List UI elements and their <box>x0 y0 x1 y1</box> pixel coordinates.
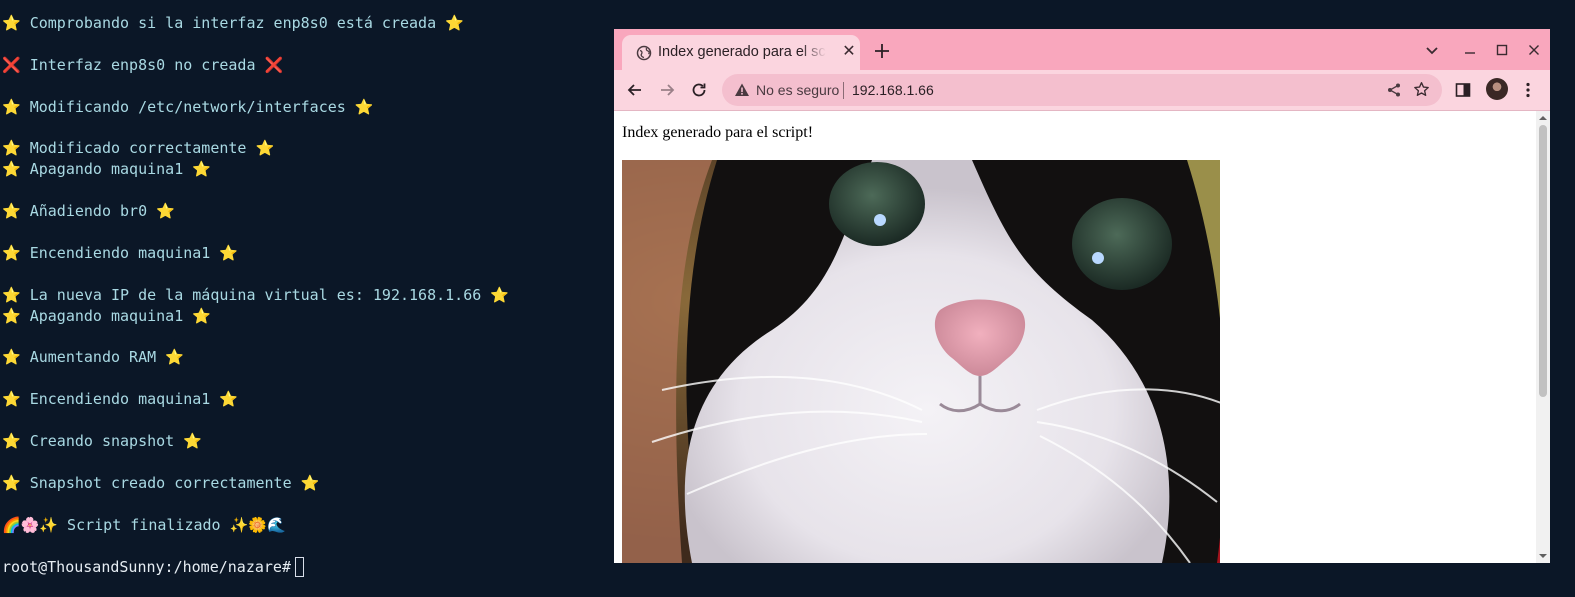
terminal-line: ⭐ Modificando /etc/network/interfaces ⭐ <box>2 97 374 118</box>
terminal-prompt-line[interactable]: root@ThousandSunny:/home/nazare# <box>2 557 304 578</box>
terminal-line: ⭐ Encendiendo maquina1 ⭐ <box>2 389 238 410</box>
terminal-line-text: Encendiendo maquina1 <box>20 390 220 408</box>
page-heading-text: Index generado para el script! <box>622 124 814 141</box>
menu-kebab-icon[interactable] <box>1519 81 1537 99</box>
tab-close-icon[interactable]: ✕ <box>840 43 858 61</box>
new-tab-plus-icon[interactable] <box>872 41 892 61</box>
star-icon: ⭐ <box>2 307 21 325</box>
terminal-line-text: Apagando maquina1 <box>20 307 193 325</box>
page-content: Index generado para el script! <box>614 111 1536 563</box>
terminal-line-text: Aumentando RAM <box>20 348 166 366</box>
close-window-icon[interactable] <box>1525 41 1543 59</box>
scroll-up-arrow-icon[interactable] <box>1539 114 1547 122</box>
url-text[interactable]: 192.168.1.66 <box>852 82 934 98</box>
terminal-line: ⭐ Creando snapshot ⭐ <box>2 431 202 452</box>
star-icon: ⭐ <box>445 14 464 32</box>
sparkles-flower-wave-icon: ✨🌼🌊 <box>229 516 286 534</box>
terminal-window[interactable]: ⭐ Comprobando si la interfaz enp8s0 está… <box>0 0 612 597</box>
terminal-line: ❌ Interfaz enp8s0 no creada ❌ <box>2 55 283 76</box>
terminal-line-text: Script finalizado <box>58 516 230 534</box>
tab-search-chevron-down-icon[interactable] <box>1423 41 1441 59</box>
maximize-icon[interactable] <box>1493 41 1511 59</box>
star-icon: ⭐ <box>192 160 211 178</box>
browser-toolbar: No es seguro 192.168.1.66 <box>614 70 1550 111</box>
terminal-line: ⭐ Apagando maquina1 ⭐ <box>2 306 211 327</box>
star-icon: ⭐ <box>2 202 21 220</box>
warning-triangle-icon[interactable] <box>734 82 750 98</box>
star-icon: ⭐ <box>2 139 21 157</box>
address-bar[interactable]: No es seguro 192.168.1.66 <box>722 74 1442 106</box>
star-icon: ⭐ <box>354 98 374 116</box>
bookmark-star-icon[interactable] <box>1413 81 1430 98</box>
terminal-line-text: Modificando /etc/network/interfaces <box>20 98 355 116</box>
share-icon[interactable] <box>1386 82 1402 98</box>
terminal-line-text: Creando snapshot <box>20 432 184 450</box>
star-icon: ⭐ <box>219 390 239 408</box>
star-icon: ⭐ <box>2 286 21 304</box>
terminal-line: ⭐ Aumentando RAM ⭐ <box>2 347 184 368</box>
star-icon: ⭐ <box>2 348 21 366</box>
star-icon: ⭐ <box>219 244 239 262</box>
star-icon: ⭐ <box>490 286 509 304</box>
terminal-line-text: Modificado correctamente <box>20 139 256 157</box>
terminal-line: 🌈🌸✨ Script finalizado ✨🌼🌊 <box>2 515 286 536</box>
terminal-line: ⭐ Apagando maquina1 ⭐ <box>2 159 211 180</box>
reload-icon[interactable] <box>690 81 708 99</box>
rainbow-flower-sparkles-icon: 🌈🌸✨ <box>2 516 59 534</box>
star-icon: ⭐ <box>255 139 275 157</box>
terminal-cursor <box>294 557 304 577</box>
cat-photo <box>622 160 1220 563</box>
star-icon: ⭐ <box>2 474 21 492</box>
profile-avatar[interactable] <box>1486 78 1508 100</box>
terminal-line: ⭐ Comprobando si la interfaz enp8s0 está… <box>2 13 464 34</box>
terminal-line-text: Añadiendo br0 <box>20 202 157 220</box>
terminal-line-text: Apagando maquina1 <box>20 160 193 178</box>
terminal-line-text: Interfaz enp8s0 no creada <box>20 56 265 74</box>
globe-icon <box>636 45 652 61</box>
terminal-prompt: root@ThousandSunny:/home/nazare# <box>2 558 291 576</box>
back-arrow-icon[interactable] <box>626 81 644 99</box>
terminal-line-text: Encendiendo maquina1 <box>20 244 220 262</box>
forward-arrow-icon[interactable] <box>658 81 676 99</box>
terminal-line: ⭐ Snapshot creado correctamente ⭐ <box>2 473 319 494</box>
vertical-scrollbar[interactable] <box>1536 111 1550 563</box>
terminal-line: ⭐ Añadiendo br0 ⭐ <box>2 201 175 222</box>
star-icon: ⭐ <box>183 432 202 450</box>
terminal-line-text: Snapshot creado correctamente <box>20 474 301 492</box>
star-icon: ⭐ <box>300 474 320 492</box>
scroll-down-arrow-icon[interactable] <box>1539 552 1547 560</box>
address-divider <box>843 82 844 99</box>
scrollbar-thumb[interactable] <box>1539 125 1547 397</box>
cross-icon: ❌ <box>264 56 284 74</box>
star-icon: ⭐ <box>2 14 21 32</box>
star-icon: ⭐ <box>2 244 21 262</box>
side-panel-icon[interactable] <box>1454 81 1472 99</box>
terminal-line: ⭐ Encendiendo maquina1 ⭐ <box>2 243 238 264</box>
terminal-line-text: Comprobando si la interfaz enp8s0 está c… <box>20 14 446 32</box>
terminal-line: ⭐ Modificado correctamente ⭐ <box>2 138 274 159</box>
cross-icon: ❌ <box>2 56 21 74</box>
star-icon: ⭐ <box>2 432 21 450</box>
star-icon: ⭐ <box>156 202 175 220</box>
star-icon: ⭐ <box>2 98 21 116</box>
browser-window[interactable]: Index generado para el script! ✕ <box>614 29 1550 563</box>
terminal-line-text: La nueva IP de la máquina virtual es: 19… <box>20 286 491 304</box>
star-icon: ⭐ <box>192 307 211 325</box>
tab-active[interactable]: Index generado para el script! ✕ <box>622 35 860 70</box>
tab-strip: Index generado para el script! ✕ <box>614 29 1550 70</box>
security-status-label[interactable]: No es seguro <box>756 82 839 98</box>
terminal-line: ⭐ La nueva IP de la máquina virtual es: … <box>2 285 509 306</box>
minimize-icon[interactable] <box>1461 41 1479 59</box>
tab-title: Index generado para el script! <box>658 44 826 60</box>
star-icon: ⭐ <box>2 160 21 178</box>
star-icon: ⭐ <box>2 390 21 408</box>
star-icon: ⭐ <box>165 348 184 366</box>
